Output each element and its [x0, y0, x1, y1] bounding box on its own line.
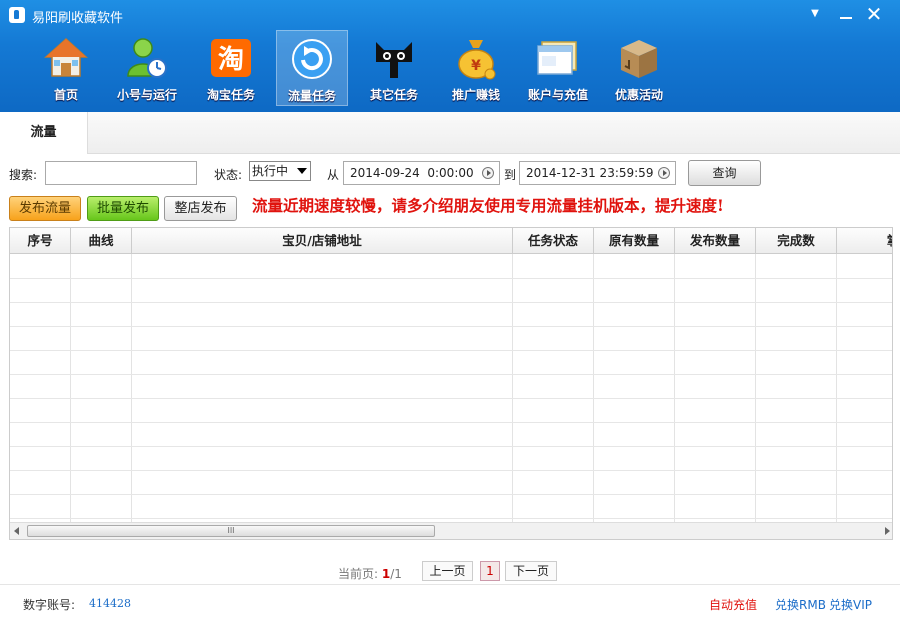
main-content: 搜索: 状态: 执行中 从 2014-09-24 0:00:00 到 2014-… — [0, 154, 900, 584]
house-icon — [44, 37, 88, 77]
gift-box-icon — [621, 40, 657, 78]
col-header-index[interactable]: 序号 — [10, 228, 71, 254]
nav-item-traffic-tasks[interactable]: 流量任务 — [276, 30, 348, 106]
refresh-circle-icon — [292, 39, 332, 79]
browser-window-icon — [537, 41, 577, 75]
clock-icon[interactable] — [482, 167, 494, 179]
publish-traffic-button[interactable]: 发布流量 — [9, 196, 81, 221]
tmall-cat-icon — [376, 42, 412, 78]
exchange-rmb-link[interactable]: 兑换RMB — [775, 596, 826, 613]
horizontal-scrollbar[interactable]: III — [10, 522, 892, 539]
total-pages: 1 — [394, 567, 402, 581]
app-logo-icon — [9, 7, 25, 23]
chevron-down-icon — [297, 168, 307, 174]
auto-recharge-link[interactable]: 自动充值 — [709, 596, 757, 613]
batch-publish-button[interactable]: 批量发布 — [87, 196, 159, 221]
from-date-value: 2014-09-24 0:00:00 — [350, 166, 474, 180]
nav-item-accounts-run[interactable]: 小号与运行 — [111, 30, 183, 106]
minimize-button[interactable] — [834, 4, 858, 24]
from-date-input[interactable]: 2014-09-24 0:00:00 — [343, 161, 500, 185]
nav-item-home[interactable]: 首页 — [30, 30, 102, 106]
page-number-button[interactable]: 1 — [480, 561, 500, 581]
nav-label: 推广赚钱 — [451, 88, 500, 102]
status-footer: 数字账号: 414428 自动充值 兑换RMB 兑换VIP — [0, 584, 900, 620]
account-value: 414428 — [89, 597, 131, 610]
next-page-button[interactable]: 下一页 — [505, 561, 557, 581]
taobao-glyph: 淘 — [218, 45, 244, 75]
nav-label: 流量任务 — [287, 89, 336, 103]
nav-item-promotions[interactable]: 优惠活动 — [603, 30, 675, 106]
svg-text:¥: ¥ — [471, 58, 481, 74]
col-header-url[interactable]: 宝贝/店铺地址 — [132, 228, 513, 254]
dropdown-menu-icon[interactable]: ▼ — [803, 4, 827, 24]
col-header-publish-count[interactable]: 发布数量 — [675, 228, 756, 254]
scroll-right-icon[interactable] — [885, 527, 890, 535]
col-header-curve[interactable]: 曲线 — [71, 228, 132, 254]
nav-label: 其它任务 — [369, 88, 418, 102]
prev-page-button[interactable]: 上一页 — [422, 561, 473, 581]
money-bag-icon: ¥ — [458, 40, 496, 80]
status-label: 状态: — [214, 168, 243, 182]
nav-item-taobao-tasks[interactable]: 淘 淘宝任务 — [195, 30, 267, 106]
nav-label: 淘宝任务 — [206, 88, 255, 102]
main-nav: 首页 小号与运行 淘 淘宝任务 流量任务 其它任务 ¥ 推广赚钱 账户与充值 优… — [0, 30, 900, 106]
query-button[interactable]: 查询 — [688, 160, 761, 186]
search-input[interactable] — [45, 161, 197, 185]
from-label: 从 — [327, 168, 340, 182]
nav-item-account-recharge[interactable]: 账户与充值 — [522, 30, 594, 106]
to-date-value: 2014-12-31 23:59:59 — [526, 166, 654, 180]
exchange-vip-link[interactable]: 兑换VIP — [829, 596, 872, 613]
pagination: 当前页: 1/1 上一页 1 下一页 — [0, 559, 900, 583]
col-header-truncated[interactable]: 掌 — [837, 228, 892, 254]
table-header: 序号 曲线 宝贝/店铺地址 任务状态 原有数量 发布数量 完成数 掌 — [10, 228, 892, 254]
title-bar: 易阳刷收藏软件 ▼ ✕ — [0, 0, 900, 30]
user-clock-icon — [127, 38, 167, 78]
top-toolbar-band: 易阳刷收藏软件 ▼ ✕ 首页 小号与运行 淘 淘宝任务 流量任务 其它任务 ¥ … — [0, 0, 900, 112]
pagination-info: 当前页: 1/1 — [338, 565, 402, 582]
nav-label: 账户与充值 — [527, 88, 588, 102]
to-date-input[interactable]: 2014-12-31 23:59:59 — [519, 161, 676, 185]
clock-icon[interactable] — [658, 167, 670, 179]
status-selected-value: 执行中 — [252, 164, 289, 178]
status-select[interactable]: 执行中 — [249, 161, 311, 181]
current-page: 1 — [381, 567, 391, 581]
to-label: 到 — [504, 168, 517, 182]
nav-label: 首页 — [53, 88, 78, 102]
notice-banner: 流量近期速度较慢，请多介绍朋友使用专用流量挂机版本，提升速度! — [252, 196, 724, 215]
store-publish-button[interactable]: 整店发布 — [164, 196, 237, 221]
task-table: 序号 曲线 宝贝/店铺地址 任务状态 原有数量 发布数量 完成数 掌 III — [9, 227, 893, 540]
account-label: 数字账号: — [23, 598, 76, 612]
window-title: 易阳刷收藏软件 — [32, 11, 124, 26]
search-label: 搜索: — [9, 168, 38, 182]
pagination-label: 当前页: — [338, 567, 379, 581]
col-header-complete-count[interactable]: 完成数 — [756, 228, 837, 254]
nav-item-promote-earn[interactable]: ¥ 推广赚钱 — [440, 30, 512, 106]
close-button[interactable]: ✕ — [862, 4, 886, 24]
nav-label: 优惠活动 — [614, 88, 663, 102]
tab-traffic[interactable]: 流量 — [0, 112, 88, 154]
taobao-icon: 淘 — [211, 39, 251, 77]
scrollbar-thumb[interactable]: III — [27, 525, 435, 537]
tab-strip: 流量 — [0, 112, 900, 154]
col-header-status[interactable]: 任务状态 — [513, 228, 594, 254]
nav-label: 小号与运行 — [116, 88, 177, 102]
col-header-original-count[interactable]: 原有数量 — [594, 228, 675, 254]
scroll-left-icon[interactable] — [14, 527, 19, 535]
nav-item-other-tasks[interactable]: 其它任务 — [358, 30, 430, 106]
